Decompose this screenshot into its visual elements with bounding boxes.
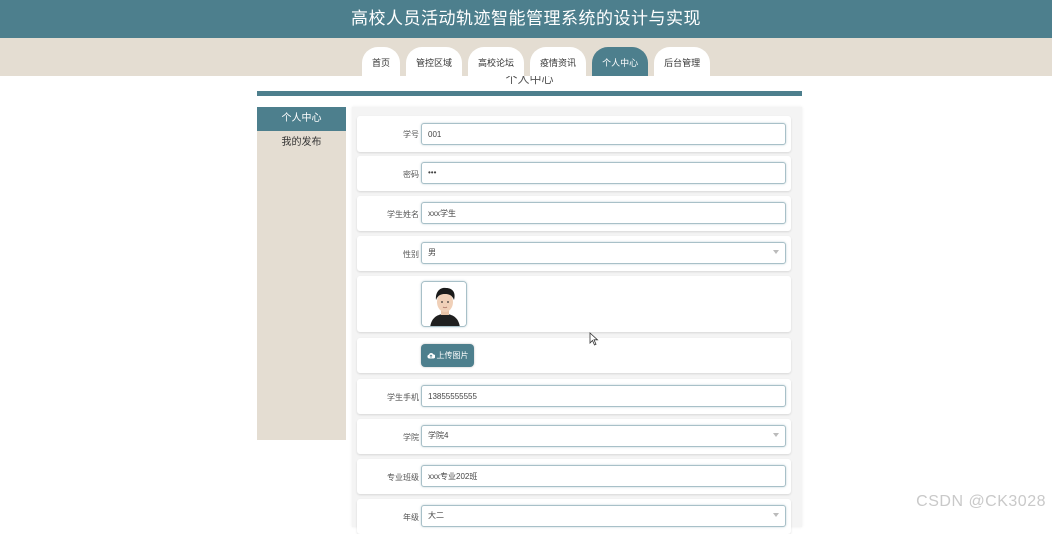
form-row-password: 密码 ••• xyxy=(357,156,791,191)
grade-label: 年级 xyxy=(403,512,419,523)
watermark: CSDN @CK3028 xyxy=(916,493,1046,511)
form-row-college: 学院 学院4 xyxy=(357,419,791,454)
class-input[interactable] xyxy=(421,465,786,487)
app-header: 高校人员活动轨迹智能管理系统的设计与实现 xyxy=(0,0,1052,38)
student-name-value[interactable] xyxy=(428,203,785,223)
student-name-input[interactable] xyxy=(421,202,786,224)
form-row-class: 专业班级 xyxy=(357,459,791,494)
gender-select[interactable]: 男 xyxy=(421,242,786,264)
grade-select[interactable]: 大二 xyxy=(421,505,786,527)
phone-value[interactable] xyxy=(428,386,785,406)
sidebar-item-my-posts[interactable]: 我的发布 xyxy=(257,131,346,155)
password-value: ••• xyxy=(428,168,436,177)
student-id-value[interactable] xyxy=(428,124,785,144)
tab-control-zone[interactable]: 管控区域 xyxy=(406,47,462,77)
mouse-cursor-icon xyxy=(589,332,599,346)
phone-input[interactable] xyxy=(421,385,786,407)
profile-form: 学号 密码 ••• 学生姓名 性别 男 xyxy=(352,107,802,527)
form-row-student-name: 学生姓名 xyxy=(357,196,791,231)
tab-personal-center[interactable]: 个人中心 xyxy=(592,47,648,77)
upload-button-label: 上传图片 xyxy=(437,350,469,361)
chevron-down-icon xyxy=(773,513,779,517)
class-label: 专业班级 xyxy=(387,472,419,483)
form-row-grade: 年级 大二 xyxy=(357,499,791,534)
upload-image-button[interactable]: 上传图片 xyxy=(421,344,474,367)
tab-epidemic-news[interactable]: 疫情资讯 xyxy=(530,47,586,77)
form-row-student-id: 学号 xyxy=(357,116,791,152)
tab-forum[interactable]: 高校论坛 xyxy=(468,47,524,77)
form-row-phone: 学生手机 xyxy=(357,379,791,414)
sidebar-item-personal-center[interactable]: 个人中心 xyxy=(257,107,346,131)
password-input[interactable]: ••• xyxy=(421,162,786,184)
student-id-label: 学号 xyxy=(403,129,419,140)
sidebar: 个人中心 我的发布 xyxy=(257,107,346,440)
form-row-upload: 上传图片 xyxy=(357,338,791,373)
avatar[interactable] xyxy=(421,281,467,327)
avatar-image xyxy=(422,282,467,327)
form-row-gender: 性别 男 xyxy=(357,236,791,271)
chevron-down-icon xyxy=(773,433,779,437)
form-row-avatar xyxy=(357,276,791,332)
college-label: 学院 xyxy=(403,432,419,443)
tab-home[interactable]: 首页 xyxy=(362,47,400,77)
college-select[interactable]: 学院4 xyxy=(421,425,786,447)
student-id-input[interactable] xyxy=(421,123,786,145)
password-label: 密码 xyxy=(403,169,419,180)
gender-label: 性别 xyxy=(403,249,419,260)
student-name-label: 学生姓名 xyxy=(387,209,419,220)
college-value: 学院4 xyxy=(428,431,448,440)
cloud-upload-icon xyxy=(427,352,435,359)
chevron-down-icon xyxy=(773,250,779,254)
nav-tabs: 首页 管控区域 高校论坛 疫情资讯 个人中心 后台管理 xyxy=(362,47,710,77)
tab-admin[interactable]: 后台管理 xyxy=(654,47,710,77)
breadcrumb: 个人中心 xyxy=(257,76,802,87)
gender-value: 男 xyxy=(428,248,436,257)
class-value[interactable] xyxy=(428,466,785,486)
phone-label: 学生手机 xyxy=(387,392,419,403)
breadcrumb-bar: 个人中心 xyxy=(257,76,802,96)
app-title: 高校人员活动轨迹智能管理系统的设计与实现 xyxy=(0,0,1052,38)
